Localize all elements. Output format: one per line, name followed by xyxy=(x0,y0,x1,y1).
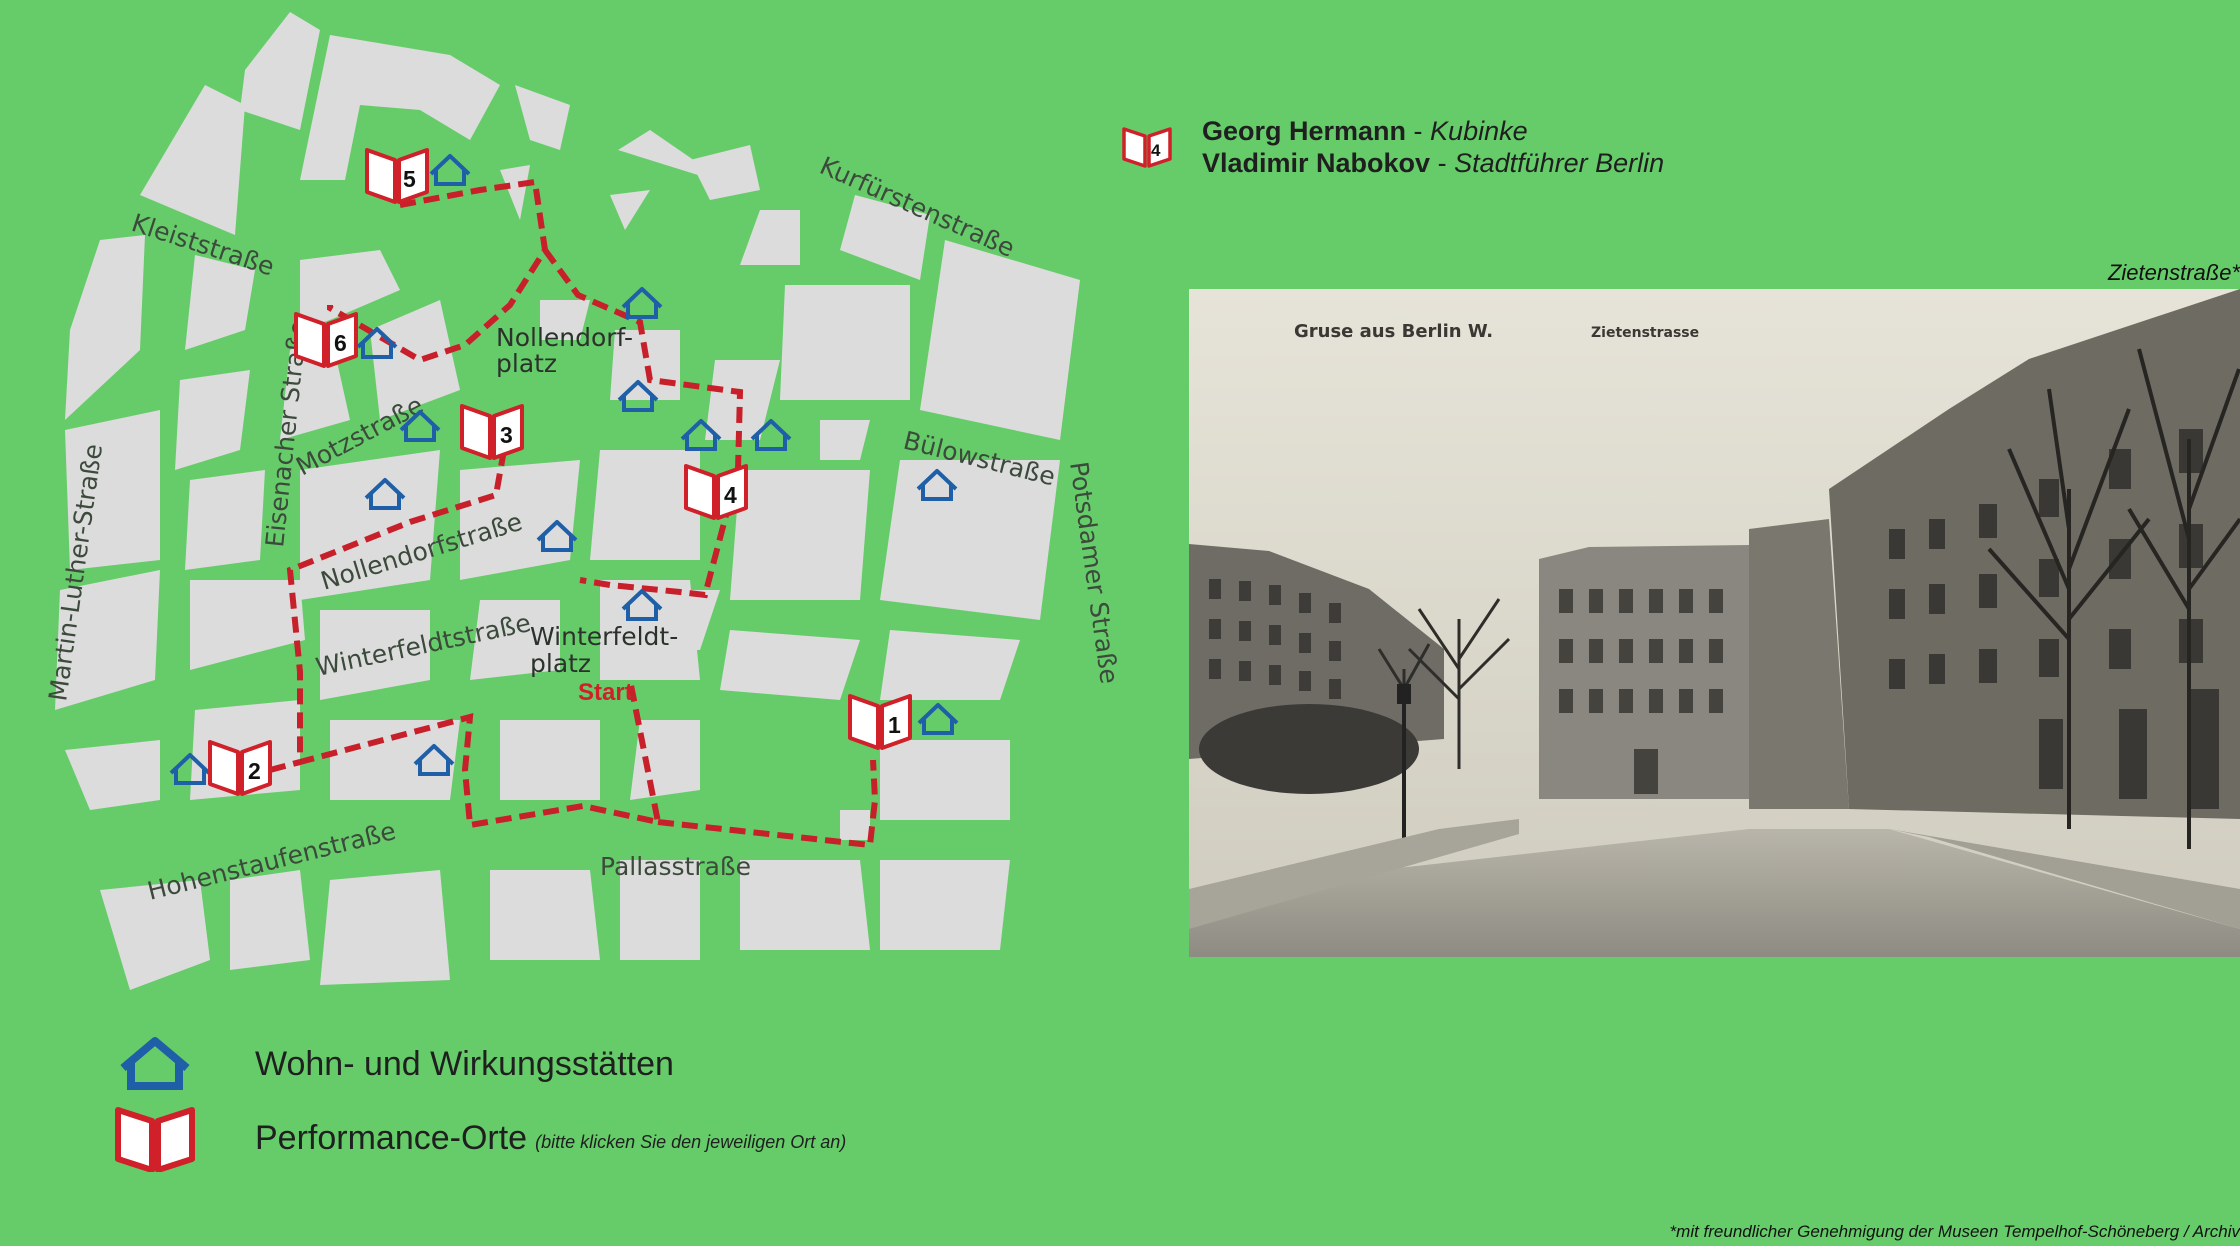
performance-site-number: 2 xyxy=(248,758,261,784)
author-name: Vladimir Nabokov xyxy=(1202,148,1431,178)
performance-site-number: 6 xyxy=(334,330,347,356)
house-icon[interactable] xyxy=(429,154,471,186)
house-icon xyxy=(110,1036,200,1092)
book-icon xyxy=(460,404,524,460)
winterfeldtplatz-label-1: Winterfeldt- xyxy=(530,622,678,651)
info-marker-number: 4 xyxy=(1151,141,1161,160)
separator: - xyxy=(1430,148,1455,178)
nollendorfplatz-label-1: Nollendorf- xyxy=(496,323,633,352)
legend-performance: Performance-Orte (bitte klicken Sie den … xyxy=(110,1104,846,1172)
nollendorfplatz-label-2: platz xyxy=(496,349,557,378)
performance-site-4[interactable]: 4 xyxy=(684,464,748,520)
performance-info: 4 Georg Hermann - Kubinke Vladimir Nabok… xyxy=(1120,115,1664,179)
book-icon: 4 xyxy=(1120,125,1174,179)
image-credit: *mit freundlicher Genehmigung der Museen… xyxy=(1669,1222,2240,1241)
performance-site-number: 1 xyxy=(888,712,901,738)
work-title: Kubinke xyxy=(1430,116,1528,146)
legend-performance-label: Performance-Orte xyxy=(255,1118,528,1157)
performance-site-5[interactable]: 5 xyxy=(365,148,429,204)
performance-site-number: 3 xyxy=(500,422,513,448)
legend-residences-label: Wohn- und Wirkungsstätten xyxy=(255,1044,674,1083)
info-line-2: Vladimir Nabokov - Stadtführer Berlin xyxy=(1202,147,1664,179)
postcard-greeting: Gruse aus Berlin W. xyxy=(1294,321,1493,342)
separator: - xyxy=(1406,116,1431,146)
legend-residences: Wohn- und Wirkungsstätten xyxy=(110,1036,674,1092)
house-icon[interactable] xyxy=(621,287,663,319)
performance-site-3[interactable]: 3 xyxy=(460,404,524,460)
book-icon xyxy=(684,464,748,520)
book-icon xyxy=(365,148,429,204)
house-icon[interactable] xyxy=(917,703,959,735)
performance-site-number: 4 xyxy=(724,482,737,508)
info-line-1: Georg Hermann - Kubinke xyxy=(1202,115,1664,147)
street-pallasstrasse: Pallasstraße xyxy=(600,852,751,881)
walking-map: Kleiststraße Kurfürstenstraße Eisenacher… xyxy=(43,12,1124,990)
start-label: Start xyxy=(578,679,633,706)
postcard-street-name: Zietenstrasse xyxy=(1591,325,1699,341)
photo-caption: Zietenstraße* xyxy=(2107,260,2240,285)
postcard-image: Gruse aus Berlin W. Zietenstrasse xyxy=(1189,289,2240,957)
book-icon xyxy=(110,1104,200,1172)
legend-performance-note: (bitte klicken Sie den jeweiligen Ort an… xyxy=(535,1131,847,1152)
winterfeldtplatz-label-2: platz xyxy=(530,649,591,678)
street-potsdamer-strasse: Potsdamer Straße xyxy=(1064,460,1124,686)
work-title: Stadtführer Berlin xyxy=(1454,148,1665,178)
performance-site-number: 5 xyxy=(403,166,416,192)
historic-postcard-photo: Gruse aus Berlin W. Zietenstrasse xyxy=(1189,289,2240,957)
author-name: Georg Hermann xyxy=(1202,116,1407,146)
